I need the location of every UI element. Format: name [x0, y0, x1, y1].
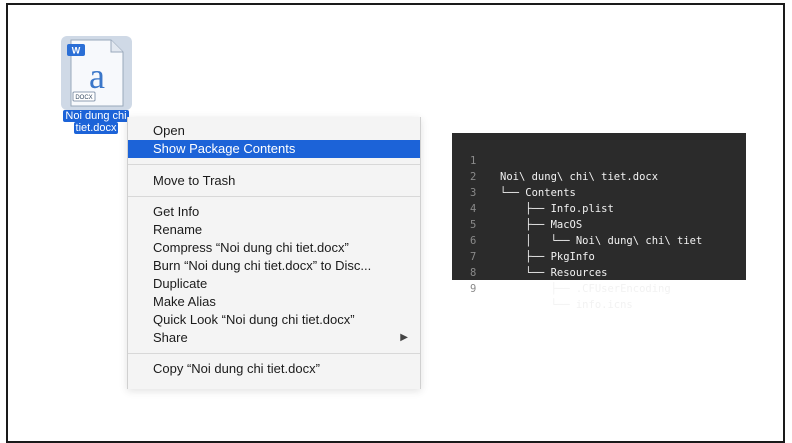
menu-separator — [128, 164, 420, 165]
word-badge-text: W — [72, 46, 81, 56]
tree-line: 2 └── Contents — [452, 153, 746, 199]
menu-item-show-package-contents[interactable]: Show Package Contents — [128, 140, 420, 158]
menu-item-rename[interactable]: Rename — [128, 221, 420, 239]
menu-item-quick-look[interactable]: Quick Look “Noi dung chi tiet.docx” — [128, 311, 420, 329]
tree-line: 7 └── Resources — [452, 233, 746, 279]
tree-line: 9 └── info.icns — [452, 265, 746, 311]
menu-item-make-alias[interactable]: Make Alias — [128, 293, 420, 311]
tree-line: 5 │ └── Noi\ dung\ chi\ tiet — [452, 201, 746, 247]
package-tree-listing: 1 Noi\ dung\ chi\ tiet.docx 2 └── Conten… — [452, 133, 746, 311]
letter-a-glyph: a — [89, 56, 105, 96]
tree-line-text: └── info.icns — [500, 299, 633, 311]
tree-line: 6 ├── PkgInfo — [452, 217, 746, 263]
context-menu: Open Show Package Contents Move to Trash… — [127, 117, 421, 389]
file-name-line1: Noi dung chi — [63, 110, 129, 122]
file-name-line2: tiet.docx — [73, 122, 119, 134]
docx-ext-label: DOCX — [75, 95, 92, 101]
menu-item-share-label: Share — [153, 330, 188, 345]
tree-line: 3 ├── Info.plist — [452, 169, 746, 215]
line-number: 9 — [470, 283, 477, 295]
menu-item-duplicate[interactable]: Duplicate — [128, 275, 420, 293]
menu-item-get-info[interactable]: Get Info — [128, 203, 420, 221]
tree-line: 8 ├── .CFUserEncoding — [452, 249, 746, 295]
docx-file-icon[interactable]: W a DOCX — [61, 36, 132, 110]
tree-line: 4 ├── MacOS — [452, 185, 746, 231]
menu-separator — [128, 353, 420, 354]
tree-line-text: ├── .CFUserEncoding — [500, 283, 671, 295]
menu-item-share[interactable]: Share ▶ — [128, 329, 420, 347]
file-name-label[interactable]: Noi dung chi tiet.docx — [56, 110, 136, 134]
menu-item-copy[interactable]: Copy “Noi dung chi tiet.docx” — [128, 360, 420, 378]
menu-item-open[interactable]: Open — [128, 122, 420, 140]
menu-item-burn-to-disc[interactable]: Burn “Noi dung chi tiet.docx” to Disc... — [128, 257, 420, 275]
chevron-right-icon: ▶ — [400, 332, 408, 343]
menu-item-compress[interactable]: Compress “Noi dung chi tiet.docx” — [128, 239, 420, 257]
menu-item-move-to-trash[interactable]: Move to Trash — [128, 172, 420, 190]
tree-line: 1 Noi\ dung\ chi\ tiet.docx — [452, 137, 746, 183]
menu-separator — [128, 196, 420, 197]
